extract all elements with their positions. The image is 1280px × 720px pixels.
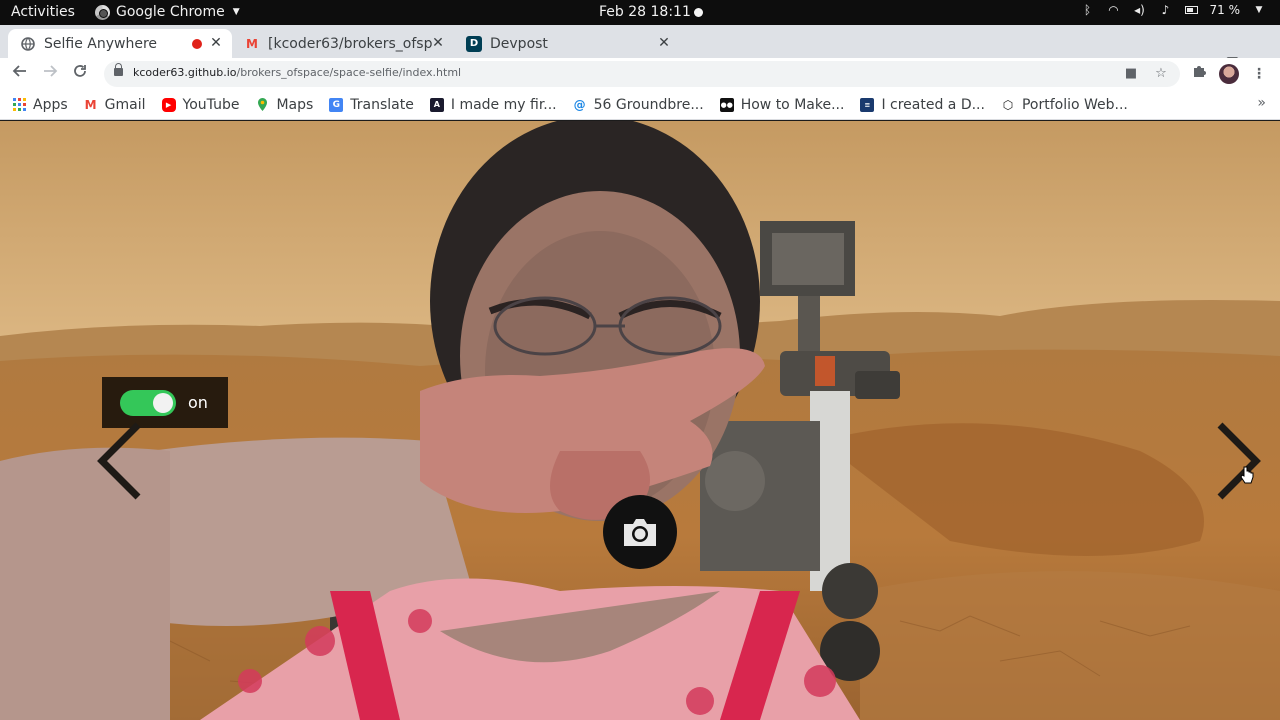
kebab-menu-icon[interactable]: ⋮ <box>1249 64 1269 84</box>
bookmark-label: Maps <box>276 96 314 113</box>
bookmark-apps[interactable]: Apps <box>12 97 68 113</box>
extensions-puzzle-icon[interactable] <box>1189 64 1209 84</box>
tab-devpost[interactable]: D Devpost ✕ <box>458 29 680 58</box>
system-tray[interactable]: ᛒ ◠ ◂) ♪ 71 % ▼ <box>1081 3 1267 17</box>
tab-title: [kcoder63/brokers_ofsp <box>268 35 432 52</box>
dev-icon: A <box>429 97 444 112</box>
app-name: Google Chrome <box>116 4 225 20</box>
bluetooth-icon: ᛒ <box>1083 3 1092 17</box>
browser-toolbar: kcoder63.github.io/brokers_ofspace/space… <box>0 58 1280 90</box>
video-icon: ●● <box>719 97 734 112</box>
bookmark-label: I made my fir... <box>450 96 557 113</box>
url-path: /brokers_ofspace/space-selfie/index.html <box>236 66 462 79</box>
app-menu[interactable]: Google Chrome ▼ <box>95 4 240 20</box>
tab-selfie-anywhere[interactable]: Selfie Anywhere ✕ <box>8 29 232 58</box>
url-text[interactable]: kcoder63.github.io/brokers_ofspace/space… <box>133 66 461 79</box>
tab-title: Devpost <box>490 35 548 52</box>
camera-in-use-icon[interactable]: ■ <box>1123 66 1139 82</box>
previous-background-arrow-icon[interactable] <box>96 421 146 501</box>
bookmark-translate[interactable]: G Translate <box>329 97 414 113</box>
gmail-icon: M <box>84 97 97 112</box>
tab-strip: Selfie Anywhere ✕ M [kcoder63/brokers_of… <box>0 25 1280 77</box>
clock[interactable]: Feb 28 18:11 <box>599 4 691 20</box>
close-tab-icon[interactable]: ✕ <box>208 35 224 51</box>
bookmark-label: YouTube <box>182 96 240 113</box>
bookmark-label: How to Make... <box>740 96 845 113</box>
globe-icon <box>20 36 36 52</box>
capture-photo-button[interactable] <box>603 495 677 569</box>
forward-button[interactable] <box>38 62 62 86</box>
chevron-down-icon: ▼ <box>1255 5 1263 15</box>
devpost-icon: D <box>466 35 482 52</box>
bookmark-dev-post[interactable]: A I made my fir... <box>429 96 557 113</box>
bookmark-gmail[interactable]: M Gmail <box>84 97 146 113</box>
bookmark-created-d[interactable]: ≡ I created a D... <box>860 97 985 113</box>
tab-recording-icon <box>192 39 202 49</box>
selfie-viewport: on <box>0 121 1280 720</box>
apps-grid-icon <box>12 98 26 112</box>
bookmarks-bar: Apps M Gmail ▶ YouTube Maps G Translate … <box>0 90 1280 120</box>
mouse-pointer-icon <box>1240 466 1254 484</box>
bookmark-groundbreaking[interactable]: @ 56 Groundbre... <box>573 97 704 113</box>
bookmark-youtube[interactable]: ▶ YouTube <box>161 96 240 113</box>
microphone-icon: ♪ <box>1161 3 1170 17</box>
activities-button[interactable]: Activities <box>11 4 75 20</box>
bookmark-how-to-make[interactable]: ●● How to Make... <box>719 96 845 113</box>
article-icon: ≡ <box>860 97 875 112</box>
bookmark-star-icon[interactable]: ☆ <box>1153 66 1169 82</box>
bookmark-portfolio[interactable]: ⬡ Portfolio Web... <box>1001 97 1128 113</box>
maps-icon <box>255 98 269 112</box>
chevron-down-icon: ▼ <box>232 7 240 17</box>
close-tab-icon[interactable]: ✕ <box>656 35 672 51</box>
background-toggle-switch[interactable] <box>120 389 176 416</box>
profile-avatar[interactable] <box>1219 64 1239 84</box>
next-background-arrow-icon[interactable] <box>1212 421 1262 501</box>
wifi-icon: ◠ <box>1108 3 1119 17</box>
battery-percent: 71 % <box>1209 3 1241 17</box>
address-bar[interactable]: kcoder63.github.io/brokers_ofspace/space… <box>104 61 1180 87</box>
bookmark-label: 56 Groundbre... <box>593 96 704 113</box>
url-domain: kcoder63.github.io <box>133 66 237 79</box>
back-button[interactable] <box>8 62 32 86</box>
system-top-bar: Activities Google Chrome ▼ Feb 28 18:11 … <box>0 0 1280 25</box>
chrome-icon <box>95 4 110 20</box>
tab-github-repo[interactable]: M [kcoder63/brokers_ofsp ✕ <box>234 29 454 58</box>
swirl-icon: @ <box>573 97 586 112</box>
bookmark-label: Gmail <box>104 96 146 113</box>
bookmark-label: Portfolio Web... <box>1021 96 1128 113</box>
more-bookmarks-icon[interactable]: » <box>1257 95 1266 111</box>
close-tab-icon[interactable]: ✕ <box>430 35 446 51</box>
toggle-status-label: on <box>188 393 208 412</box>
bookmark-label: Translate <box>350 96 414 113</box>
reload-button[interactable] <box>68 62 92 86</box>
gmail-icon: M <box>246 36 258 51</box>
toggle-knob <box>153 392 173 413</box>
bookmark-label: I created a D... <box>881 96 985 113</box>
camera-icon <box>624 519 656 546</box>
bookmark-maps[interactable]: Maps <box>255 97 313 113</box>
battery-icon <box>1184 6 1198 14</box>
bookmark-label: Apps <box>33 96 68 113</box>
recording-indicator-icon <box>694 8 703 17</box>
tab-title: Selfie Anywhere <box>44 35 158 52</box>
volume-icon: ◂) <box>1134 3 1145 17</box>
youtube-icon: ▶ <box>161 97 176 112</box>
codepen-icon: ⬡ <box>1002 97 1014 112</box>
translate-icon: G <box>329 97 344 112</box>
lock-icon[interactable] <box>114 63 123 76</box>
